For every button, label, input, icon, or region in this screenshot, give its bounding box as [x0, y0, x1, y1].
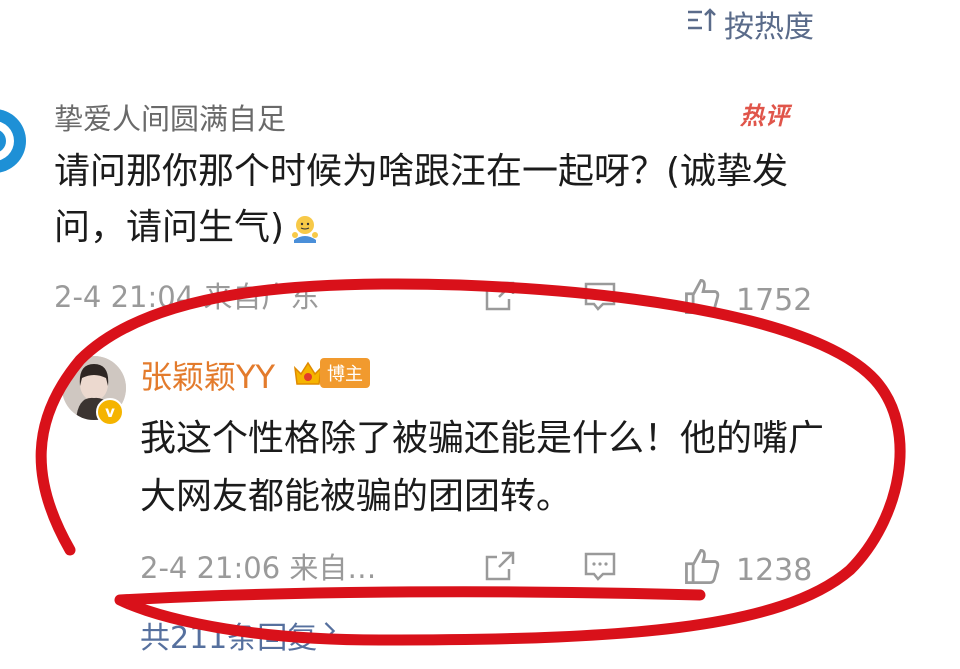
chevron-right-icon [321, 617, 339, 653]
comment-body: 请问那你那个时候为啥跟汪在一起呀？(诚挚发问，请问生气) [54, 151, 789, 248]
blogger-badge: 博主 [292, 358, 370, 388]
thumbs-up-icon [682, 546, 722, 594]
thumbs-up-icon [682, 276, 722, 324]
blogger-badge-label: 博主 [320, 358, 370, 388]
avatar[interactable] [0, 96, 34, 186]
view-all-replies-link[interactable]: 共211条回复 [140, 613, 339, 657]
shrug-emoji-icon [292, 216, 319, 243]
share-button[interactable] [482, 278, 518, 322]
comment-username[interactable]: 挚爱人间圆满自足 [54, 96, 286, 138]
reply-share-button[interactable] [482, 548, 518, 592]
reply-comment-button[interactable] [582, 548, 618, 592]
hot-comment-badge: 热评 [740, 102, 790, 130]
reply-username[interactable]: 张颖颖YY [140, 352, 275, 398]
comment-button[interactable] [582, 278, 618, 322]
like-count: 1752 [736, 282, 813, 318]
sort-icon [684, 3, 718, 45]
share-icon [482, 278, 518, 322]
total-replies-label: 共211条回复 [140, 621, 318, 656]
reply-meta: 2-4 21:06 来自… [140, 551, 377, 585]
reply-like-count: 1238 [736, 552, 813, 588]
like-button[interactable]: 1752 [682, 276, 812, 324]
comment-icon [582, 278, 618, 322]
share-icon [482, 548, 518, 592]
weibo-comment-screen: 按热度 挚爱人间圆满自足 热评 请问那你那个时候为啥跟汪在一起呀？(诚挚发问，请… [0, 0, 960, 669]
comment-meta: 2-4 21:04 来自广东 [54, 280, 320, 314]
reply-text: 我这个性格除了被骗还能是什么！他的嘴广大网友都能被骗的团团转。 [140, 418, 825, 517]
reply-like-button[interactable]: 1238 [682, 546, 812, 594]
verified-badge-icon: v [96, 398, 124, 426]
comment-text: 请问那你那个时候为啥跟汪在一起呀？(诚挚发问，请问生气) [54, 144, 824, 256]
sort-label: 按热度 [724, 10, 814, 45]
sort-toggle[interactable]: 按热度 [684, 2, 814, 46]
comment-icon [582, 548, 618, 592]
